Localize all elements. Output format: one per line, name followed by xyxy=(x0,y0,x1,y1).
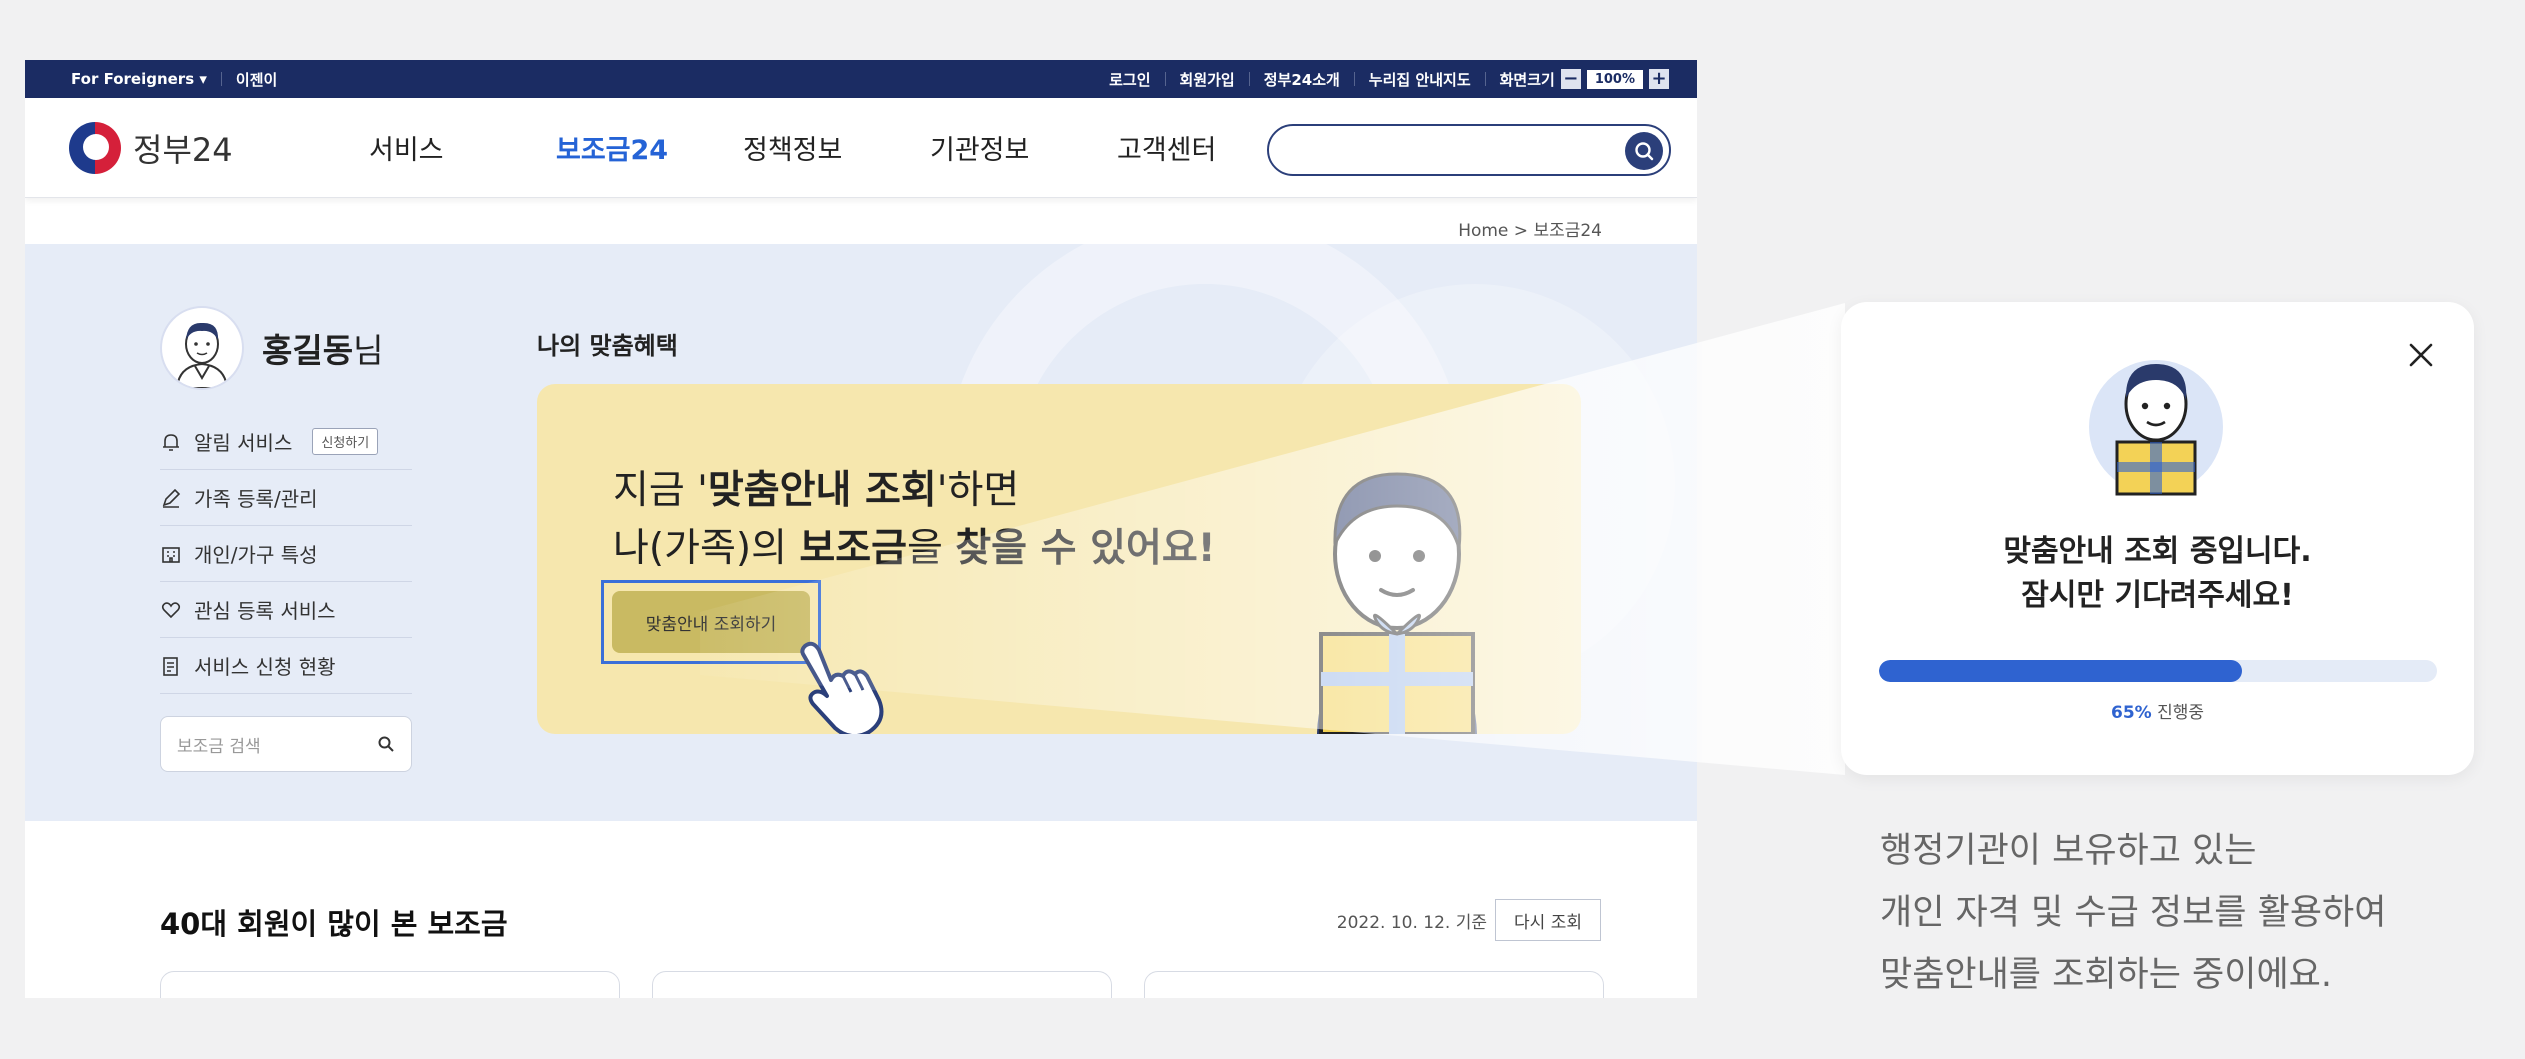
subsidy-card[interactable] xyxy=(652,971,1112,998)
popular-subsidy-section: 40대 회원이 많이 본 보조금 2022. 10. 12. 기준 다시 조회 xyxy=(25,821,1697,998)
cta-highlight: 맞춤안내 조회하기 xyxy=(601,580,821,664)
user-name-text: 홍길동 xyxy=(262,331,354,370)
login-link[interactable]: 로그인 xyxy=(1109,69,1150,90)
document-icon xyxy=(163,656,178,676)
sidebar-item-label: 개인/가구 특성 xyxy=(194,543,318,567)
banner-text-part: 나(가족)의 xyxy=(613,526,800,571)
sidebar-item-label: 서비스 신청 현황 xyxy=(194,655,336,679)
popup-message-line: 잠시만 기다려주세요! xyxy=(2021,578,2294,613)
card-list xyxy=(160,971,1604,998)
benefit-banner: 지금 '맞춤안내 조회'하면 나(가족)의 보조금을 찾을 수 있어요! 맞춤안… xyxy=(537,384,1581,734)
banner-text: 지금 '맞춤안내 조회'하면 나(가족)의 보조금을 찾을 수 있어요! xyxy=(613,462,1216,578)
user-avatar-icon xyxy=(175,322,229,388)
user-profile: 홍길동님 xyxy=(160,306,383,390)
divider xyxy=(1484,72,1486,86)
description-line: 개인 자격 및 수급 정보를 활용하여 xyxy=(1880,893,2387,933)
search-placeholder: 보조금 검색 xyxy=(177,736,261,757)
man-with-gift-icon xyxy=(2115,364,2197,496)
nav-policy[interactable]: 정책정보 xyxy=(743,128,930,167)
honorific: 님 xyxy=(353,331,384,370)
close-icon[interactable] xyxy=(2406,340,2436,370)
search-input[interactable] xyxy=(1267,124,1671,176)
search-icon xyxy=(1635,142,1654,161)
sidebar-item-family[interactable]: 가족 등록/관리 xyxy=(160,470,412,526)
progress-label: 65% 진행중 xyxy=(1841,698,2474,723)
subsidy-search-input[interactable]: 보조금 검색 xyxy=(160,716,412,772)
sidebar-item-household[interactable]: 개인/가구 특성 xyxy=(160,526,412,582)
progress-percent: 65% xyxy=(2110,703,2152,723)
description-text: 행정기관이 보유하고 있는 개인 자격 및 수급 정보를 활용하여 맞춤안내를 … xyxy=(1880,820,2386,1006)
custom-lookup-button[interactable]: 맞춤안내 조회하기 xyxy=(612,591,810,653)
banner-text-part: '하면 xyxy=(936,468,1020,513)
pointer-hand-icon xyxy=(800,641,884,734)
zoom-value: 100% xyxy=(1586,69,1643,89)
signup-link[interactable]: 회원가입 xyxy=(1180,69,1235,90)
search-icon[interactable] xyxy=(377,735,395,753)
avatar xyxy=(160,306,244,390)
nav-agency[interactable]: 기관정보 xyxy=(930,128,1117,167)
reference-date: 2022. 10. 12. 기준 xyxy=(1336,913,1487,933)
sidebar-menu: 알림 서비스 신청하기 가족 등록/관리 개인/가구 특성 관심 등록 서비스 … xyxy=(160,414,412,772)
zoom-out-button[interactable]: − xyxy=(1560,69,1581,89)
banner-text-bold: 보조금 xyxy=(799,526,907,571)
logo-text: 정부24 xyxy=(133,130,233,169)
divider xyxy=(1164,72,1166,86)
utility-bar: For Foreigners ▾ 이젠이 로그인 회원가입 정부24소개 누리집… xyxy=(25,60,1697,98)
for-foreigners-link[interactable]: For Foreigners ▾ xyxy=(71,70,207,88)
banner-text-part: 지금 ' xyxy=(613,468,708,513)
banner-text-part: 을 xyxy=(907,526,956,571)
nav-subsidy24[interactable]: 보조금24 xyxy=(556,128,743,167)
section-title: 나의 맞춤혜택 xyxy=(537,332,678,360)
lookup-progress-popup: 맞춤안내 조회 중입니다. 잠시만 기다려주세요! 65% 진행중 xyxy=(1841,302,2474,775)
easy-language-link[interactable]: 이젠이 xyxy=(236,69,277,90)
building-icon xyxy=(162,546,180,563)
sidebar-item-label: 알림 서비스 xyxy=(194,431,293,455)
description-line: 행정기관이 보유하고 있는 xyxy=(1880,831,2257,871)
progress-fill xyxy=(1879,660,2242,682)
sitemap-link[interactable]: 누리집 안내지도 xyxy=(1369,69,1471,90)
about-link[interactable]: 정부24소개 xyxy=(1264,69,1340,90)
main-nav: 서비스 보조금24 정책정보 기관정보 고객센터 xyxy=(369,128,1304,167)
search-button[interactable] xyxy=(1625,132,1663,170)
divider xyxy=(1248,72,1250,86)
edit-icon xyxy=(162,488,181,508)
website-screenshot: For Foreigners ▾ 이젠이 로그인 회원가입 정부24소개 누리집… xyxy=(25,60,1697,998)
bell-icon xyxy=(163,433,179,451)
divider xyxy=(1353,72,1355,86)
subsidy-card[interactable] xyxy=(1144,971,1604,998)
apply-tag-button[interactable]: 신청하기 xyxy=(312,428,379,455)
banner-text-bold: 맞춤안내 조회 xyxy=(707,468,937,513)
popup-message-line: 맞춤안내 조회 중입니다. xyxy=(2003,534,2312,569)
sidebar-item-interest[interactable]: 관심 등록 서비스 xyxy=(160,582,412,638)
taegeuk-logo-icon xyxy=(69,121,121,174)
divider xyxy=(220,72,222,86)
section-heading: 40대 회원이 많이 본 보조금 xyxy=(160,907,508,941)
sidebar-item-label: 관심 등록 서비스 xyxy=(194,599,336,623)
progress-status: 진행중 xyxy=(2151,703,2205,723)
zoom-control: 화면크기 − 100% + xyxy=(1500,69,1669,90)
subsidy-card[interactable] xyxy=(160,971,620,998)
main-header: 정부24 서비스 보조금24 정책정보 기관정보 고객센터 xyxy=(25,98,1697,198)
sidebar-item-alert[interactable]: 알림 서비스 신청하기 xyxy=(160,414,412,470)
user-name: 홍길동님 xyxy=(262,324,383,372)
refresh-button[interactable]: 다시 조회 xyxy=(1495,899,1601,941)
progress-bar xyxy=(1879,660,2437,682)
heart-icon xyxy=(161,601,181,618)
description-line: 맞춤안내를 조회하는 중이에요. xyxy=(1880,955,2332,995)
site-logo[interactable]: 정부24 xyxy=(69,121,369,174)
sidebar-item-status[interactable]: 서비스 신청 현황 xyxy=(160,638,412,694)
zoom-in-button[interactable]: + xyxy=(1649,69,1669,89)
popup-message: 맞춤안내 조회 중입니다. 잠시만 기다려주세요! xyxy=(1841,530,2474,618)
nav-services[interactable]: 서비스 xyxy=(369,128,556,167)
sidebar-item-label: 가족 등록/관리 xyxy=(194,487,318,511)
hero-area: 홍길동님 알림 서비스 신청하기 가족 등록/관리 개인/가구 특성 관심 등록… xyxy=(25,244,1697,821)
man-with-gift-illustration xyxy=(1317,472,1477,734)
avatar xyxy=(2089,360,2223,496)
banner-text-bold: 찾을 수 있어요! xyxy=(955,526,1216,571)
zoom-label: 화면크기 xyxy=(1499,70,1555,89)
